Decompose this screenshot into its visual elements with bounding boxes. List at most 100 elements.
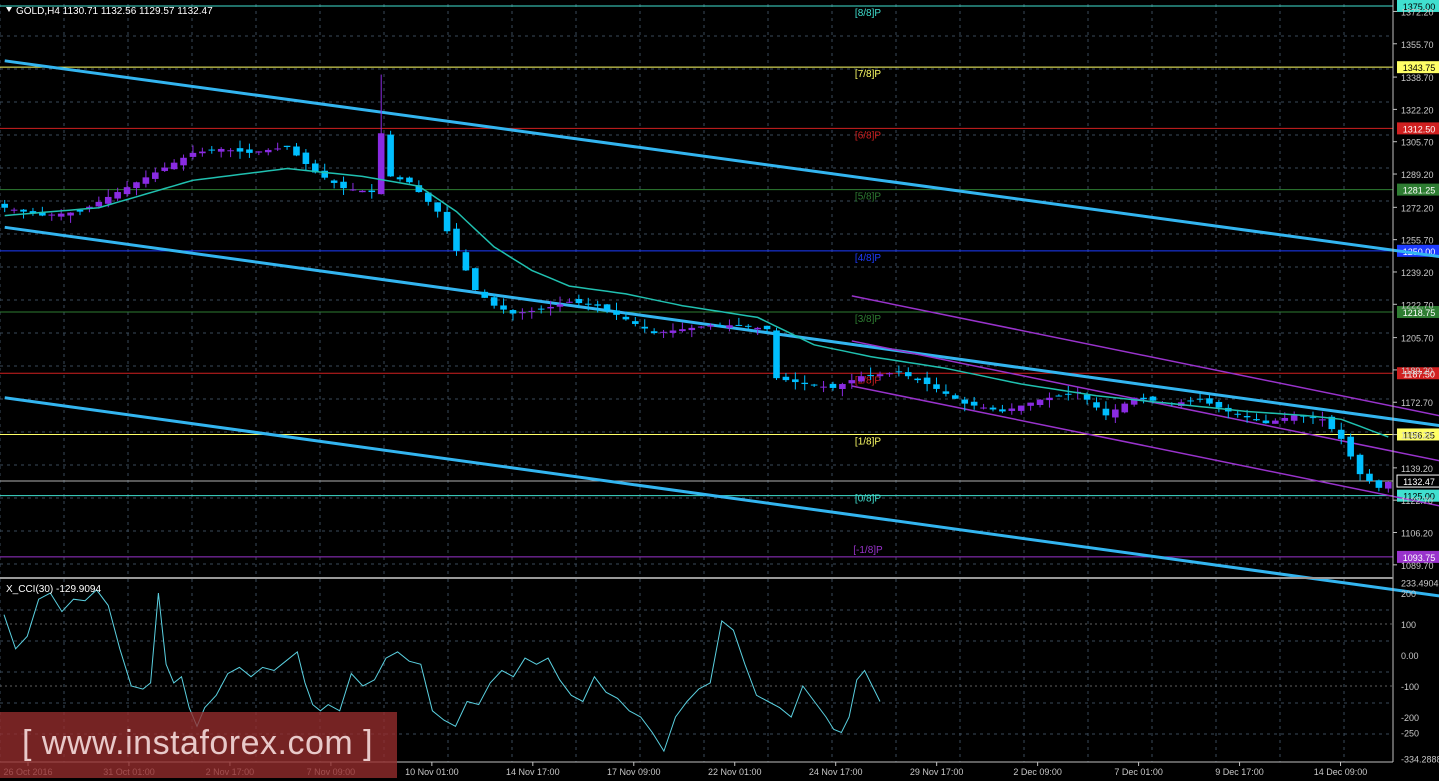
price-tick-label: 1322.20	[1401, 105, 1434, 115]
candle-body	[584, 303, 592, 305]
time-tick-label: 17 Nov 09:00	[607, 767, 661, 777]
candle-body	[1234, 413, 1241, 415]
candle-body	[396, 177, 404, 180]
candle-body	[829, 383, 837, 388]
candle-body	[123, 187, 131, 195]
candle-body	[1196, 398, 1204, 400]
time-tick-label: 14 Nov 17:00	[506, 767, 560, 777]
candle-body	[1149, 396, 1157, 401]
candles	[1, 74, 1392, 493]
candle-body	[95, 201, 103, 207]
chart-canvas: [8/8]P1375.00[7/8]P1343.75[6/8]P1312.50[…	[0, 0, 1439, 777]
candle-body	[603, 304, 611, 311]
candle-body	[792, 379, 799, 383]
murrey-price-tag-text: 1281.25	[1403, 186, 1436, 196]
candle-body	[820, 386, 827, 388]
candle-body	[999, 409, 1006, 412]
watermark: [ www.instaforex.com ]	[0, 712, 397, 778]
candle-body	[942, 391, 950, 394]
candle-body	[679, 329, 686, 332]
price-tick-label: 1156.20	[1401, 431, 1433, 441]
candle-body	[933, 384, 940, 389]
menu-triangle-icon[interactable]	[6, 7, 12, 12]
candle-body	[697, 326, 705, 328]
cci-tick-label: 233.4904	[1401, 579, 1439, 589]
candle-body	[189, 152, 197, 157]
candle-body	[801, 382, 809, 385]
candle-body	[1083, 394, 1091, 400]
watermark-text: [ www.instaforex.com ]	[22, 724, 374, 762]
candle-body	[594, 304, 601, 306]
price-tick-label: 1305.70	[1401, 138, 1434, 148]
time-tick-label: 9 Dec 17:00	[1215, 767, 1264, 777]
candle-body	[443, 211, 451, 232]
candle-body	[490, 297, 498, 306]
murrey-label: [-1/8]P	[853, 545, 883, 556]
price-tick-label: 1289.20	[1401, 170, 1434, 180]
murrey-levels: [8/8]P1375.00[7/8]P1343.75[6/8]P1312.50[…	[0, 0, 1439, 563]
candle-body	[989, 407, 997, 410]
candle-body	[519, 312, 526, 314]
murrey-label: [0/8]P	[855, 494, 881, 505]
candle-body	[246, 149, 253, 153]
time-tick-label: 22 Nov 01:00	[708, 767, 762, 777]
candle-body	[293, 146, 300, 156]
price-tick-label: 1122.70	[1401, 496, 1433, 506]
candle-body	[1366, 473, 1373, 481]
candle-body	[1206, 398, 1213, 404]
candle-body	[453, 228, 460, 251]
candle-body	[1337, 429, 1345, 439]
candle-body	[1356, 454, 1364, 475]
candle-body	[1036, 399, 1044, 405]
candle-body	[707, 325, 714, 327]
candle-body	[377, 133, 385, 195]
candle-body	[114, 192, 121, 199]
price-tick-label: 1205.70	[1401, 334, 1434, 344]
candle-body	[528, 310, 536, 312]
candle-body	[1008, 408, 1016, 411]
moving-average	[4, 167, 1389, 438]
candle-body	[500, 305, 507, 310]
murrey-price-tag-text: 1312.50	[1403, 124, 1436, 134]
murrey-label: [5/8]P	[855, 192, 881, 203]
cci-tick-label: 100	[1401, 620, 1416, 630]
panel-separator	[0, 577, 1393, 579]
candle-body	[904, 372, 912, 377]
candle-body	[1319, 419, 1326, 421]
murrey-label: [6/8]P	[855, 130, 881, 141]
candle-body	[886, 373, 893, 375]
candle-body	[566, 301, 573, 303]
candle-body	[1027, 402, 1034, 406]
candle-body	[330, 180, 338, 183]
cci-tick-label: -200	[1401, 713, 1419, 723]
candle-body	[1140, 397, 1147, 400]
candle-body	[867, 374, 874, 376]
candle-body	[359, 190, 366, 193]
price-tick-label: 1139.20	[1401, 464, 1433, 474]
axes: 1372.20 1355.70 1338.70 1322.20 1305.70 1289.…	[0, 0, 1439, 777]
murrey-label: [8/8]P	[855, 8, 881, 19]
moving-average-line	[4, 167, 1389, 438]
candle-body	[952, 395, 959, 399]
cci-label: X_CCI(30) -129.9094	[6, 584, 101, 595]
candle-body	[688, 327, 696, 331]
candle-body	[1017, 405, 1025, 411]
candle-body	[650, 331, 658, 334]
candle-body	[537, 308, 545, 310]
candle-body	[264, 149, 272, 153]
candle-body	[161, 167, 169, 171]
price-tick-label: 1372.20	[1401, 7, 1434, 17]
candle-body	[67, 212, 74, 216]
candle-body	[48, 214, 56, 216]
cci-tick-label: -100	[1401, 682, 1419, 692]
candle-body	[509, 310, 517, 314]
price-tick-label: 1106.20	[1401, 529, 1433, 539]
time-tick-label: 29 Nov 17:00	[910, 767, 964, 777]
murrey-price-tag-text: 1343.75	[1403, 63, 1436, 73]
candle-body	[613, 310, 620, 315]
candle-body	[180, 157, 187, 166]
candle-body	[556, 304, 564, 307]
candle-body	[20, 209, 27, 212]
candle-body	[1112, 409, 1119, 418]
candle-body	[876, 374, 884, 377]
